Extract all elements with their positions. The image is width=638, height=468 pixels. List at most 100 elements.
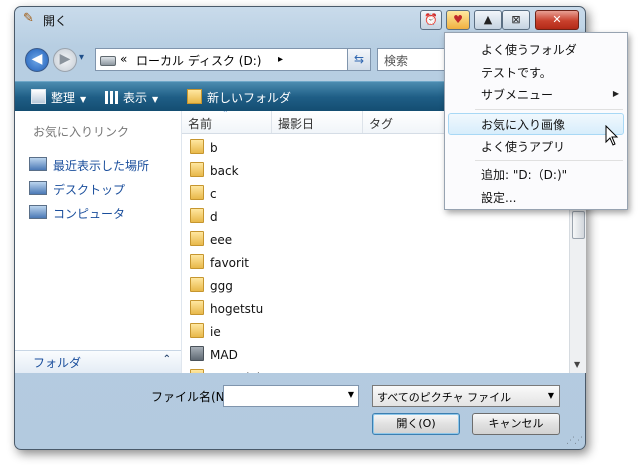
history-dropdown-icon[interactable]: ▾ — [79, 52, 84, 63]
forward-button[interactable]: ▶ — [53, 48, 77, 72]
file-name: favorit — [210, 256, 249, 270]
recent-places-icon — [29, 157, 47, 171]
favorites-context-menu: よく使うフォルダ テストです。 サブメニュー ▶ お気に入り画像 よく使うアプリ… — [444, 32, 628, 210]
breadcrumb-arrow-icon[interactable]: ▸ — [278, 54, 283, 65]
column-tags[interactable]: タグ — [369, 115, 393, 132]
file-name: ggg — [210, 279, 233, 293]
breadcrumb-drive[interactable]: ローカル ディスク (D:) — [136, 52, 261, 69]
menu-separator — [475, 160, 623, 161]
title-bar: ✎ 開く ⏰ ♥ ▲ ⊠ ✕ — [15, 7, 585, 33]
file-row[interactable]: favorit — [190, 254, 249, 270]
computer-icon — [29, 205, 47, 219]
menu-item-settings[interactable]: 設定... — [481, 189, 516, 206]
app-icon: ✎ — [23, 11, 34, 26]
favorite-label: 最近表示した場所 — [53, 159, 150, 173]
views-label: 表示 — [123, 91, 148, 105]
filetype-value: すべてのピクチャ ファイル — [377, 391, 512, 404]
file-row[interactable]: ie — [190, 323, 221, 339]
filename-label: ファイル名(N): — [151, 390, 234, 404]
column-separator[interactable] — [271, 111, 272, 133]
refresh-button[interactable]: ⇆ — [347, 48, 371, 71]
menu-separator — [475, 109, 623, 110]
address-bar[interactable]: « ローカル ディスク (D:) ▸ — [95, 48, 349, 71]
file-row[interactable]: c — [190, 185, 217, 201]
file-row[interactable]: back — [190, 162, 239, 178]
file-row[interactable]: eee — [190, 231, 232, 247]
organize-label: 整理 — [51, 91, 76, 105]
favorite-desktop[interactable]: デスクトップ — [29, 181, 125, 198]
file-name: b — [210, 141, 218, 155]
column-date-taken[interactable]: 撮影日 — [278, 115, 314, 132]
chevron-down-icon[interactable]: ▼ — [348, 390, 354, 399]
file-row[interactable]: ggg — [190, 277, 233, 293]
folders-label: フォルダ — [33, 356, 82, 370]
menu-item-frequent-folders[interactable]: よく使うフォルダ — [481, 41, 577, 58]
filename-input[interactable]: ▼ — [223, 385, 359, 407]
favorites-header: お気に入りリンク — [33, 125, 130, 139]
folder-icon — [190, 323, 204, 338]
desktop-icon — [29, 181, 47, 195]
open-button[interactable]: 開く(O) — [372, 413, 460, 435]
alarm-clock-icon[interactable]: ⏰ — [420, 10, 442, 30]
resize-grip-icon[interactable]: ⋰⋰ — [566, 436, 583, 446]
column-separator[interactable] — [362, 111, 363, 133]
menu-item-add-current[interactable]: 追加: "D:（D:)" — [481, 166, 567, 183]
folder-icon — [190, 254, 204, 269]
favorite-recent-places[interactable]: 最近表示した場所 — [29, 157, 149, 174]
folder-icon — [190, 162, 204, 177]
submenu-arrow-icon: ▶ — [612, 89, 619, 98]
views-icon — [105, 91, 118, 104]
window-title: 開く — [43, 14, 68, 28]
folder-icon — [190, 346, 204, 361]
column-name[interactable]: 名前 — [188, 115, 212, 132]
mouse-cursor-icon — [605, 125, 619, 146]
heart-folder-icon[interactable]: ♥ — [446, 10, 470, 30]
folder-icon — [190, 300, 204, 315]
folders-toggle[interactable]: フォルダ ⌃ — [15, 350, 181, 373]
file-row[interactable]: hogetstu — [190, 300, 263, 316]
file-name: MAD — [210, 348, 238, 362]
sort-ascending-icon: ⌃ — [222, 111, 229, 118]
folder-icon — [190, 231, 204, 246]
dialog-footer: ファイル名(N): ▼ すべてのピクチャ ファイル ▼ 開く(O) キャンセル … — [15, 373, 585, 449]
cancel-button[interactable]: キャンセル — [472, 413, 560, 435]
favorite-label: コンピュータ — [53, 207, 126, 221]
organize-icon — [31, 89, 46, 104]
file-row[interactable]: MAD — [190, 346, 238, 362]
folder-icon — [190, 185, 204, 200]
search-placeholder: 検索 — [384, 54, 409, 68]
organize-button[interactable]: 整理 ▼ — [31, 89, 86, 106]
file-name: c — [210, 187, 217, 201]
minimize-up-icon[interactable]: ▲ — [474, 10, 502, 30]
back-button[interactable]: ◀ — [25, 48, 49, 72]
file-name: d — [210, 210, 218, 224]
pin-icon[interactable]: ⊠ — [502, 10, 530, 30]
file-name: back — [210, 164, 239, 178]
folder-icon — [190, 139, 204, 154]
breadcrumb-overflow[interactable]: « — [120, 52, 127, 66]
navigation-pane: お気に入りリンク 最近表示した場所 デスクトップ コンピュータ フォルダ ⌃ — [15, 111, 182, 373]
menu-item-submenu[interactable]: サブメニュー — [481, 86, 553, 103]
close-button[interactable]: ✕ — [535, 10, 579, 30]
drive-icon — [100, 56, 116, 66]
menu-item-favorite-images[interactable]: お気に入り画像 — [481, 116, 565, 133]
filetype-select[interactable]: すべてのピクチャ ファイル ▼ — [372, 385, 560, 407]
file-row[interactable]: b — [190, 139, 218, 155]
folder-icon — [190, 208, 204, 223]
file-row[interactable]: d — [190, 208, 218, 224]
menu-item-frequent-apps[interactable]: よく使うアプリ — [481, 138, 565, 155]
chevron-down-icon: ▼ — [547, 391, 554, 400]
favorite-computer[interactable]: コンピュータ — [29, 205, 125, 222]
file-name: ie — [210, 325, 221, 339]
new-folder-label: 新しいフォルダ — [207, 91, 292, 105]
scroll-down-icon[interactable]: ▼ — [574, 360, 580, 369]
folder-icon — [190, 277, 204, 292]
menu-item-test[interactable]: テストです。 — [481, 64, 552, 81]
views-button[interactable]: 表示 ▼ — [105, 89, 158, 106]
new-folder-icon — [187, 89, 202, 104]
file-name: hogetstu — [210, 302, 264, 316]
new-folder-button[interactable]: 新しいフォルダ — [187, 89, 291, 106]
chevron-up-icon: ⌃ — [162, 354, 171, 365]
favorite-label: デスクトップ — [53, 183, 126, 197]
scroll-thumb[interactable] — [572, 211, 585, 239]
